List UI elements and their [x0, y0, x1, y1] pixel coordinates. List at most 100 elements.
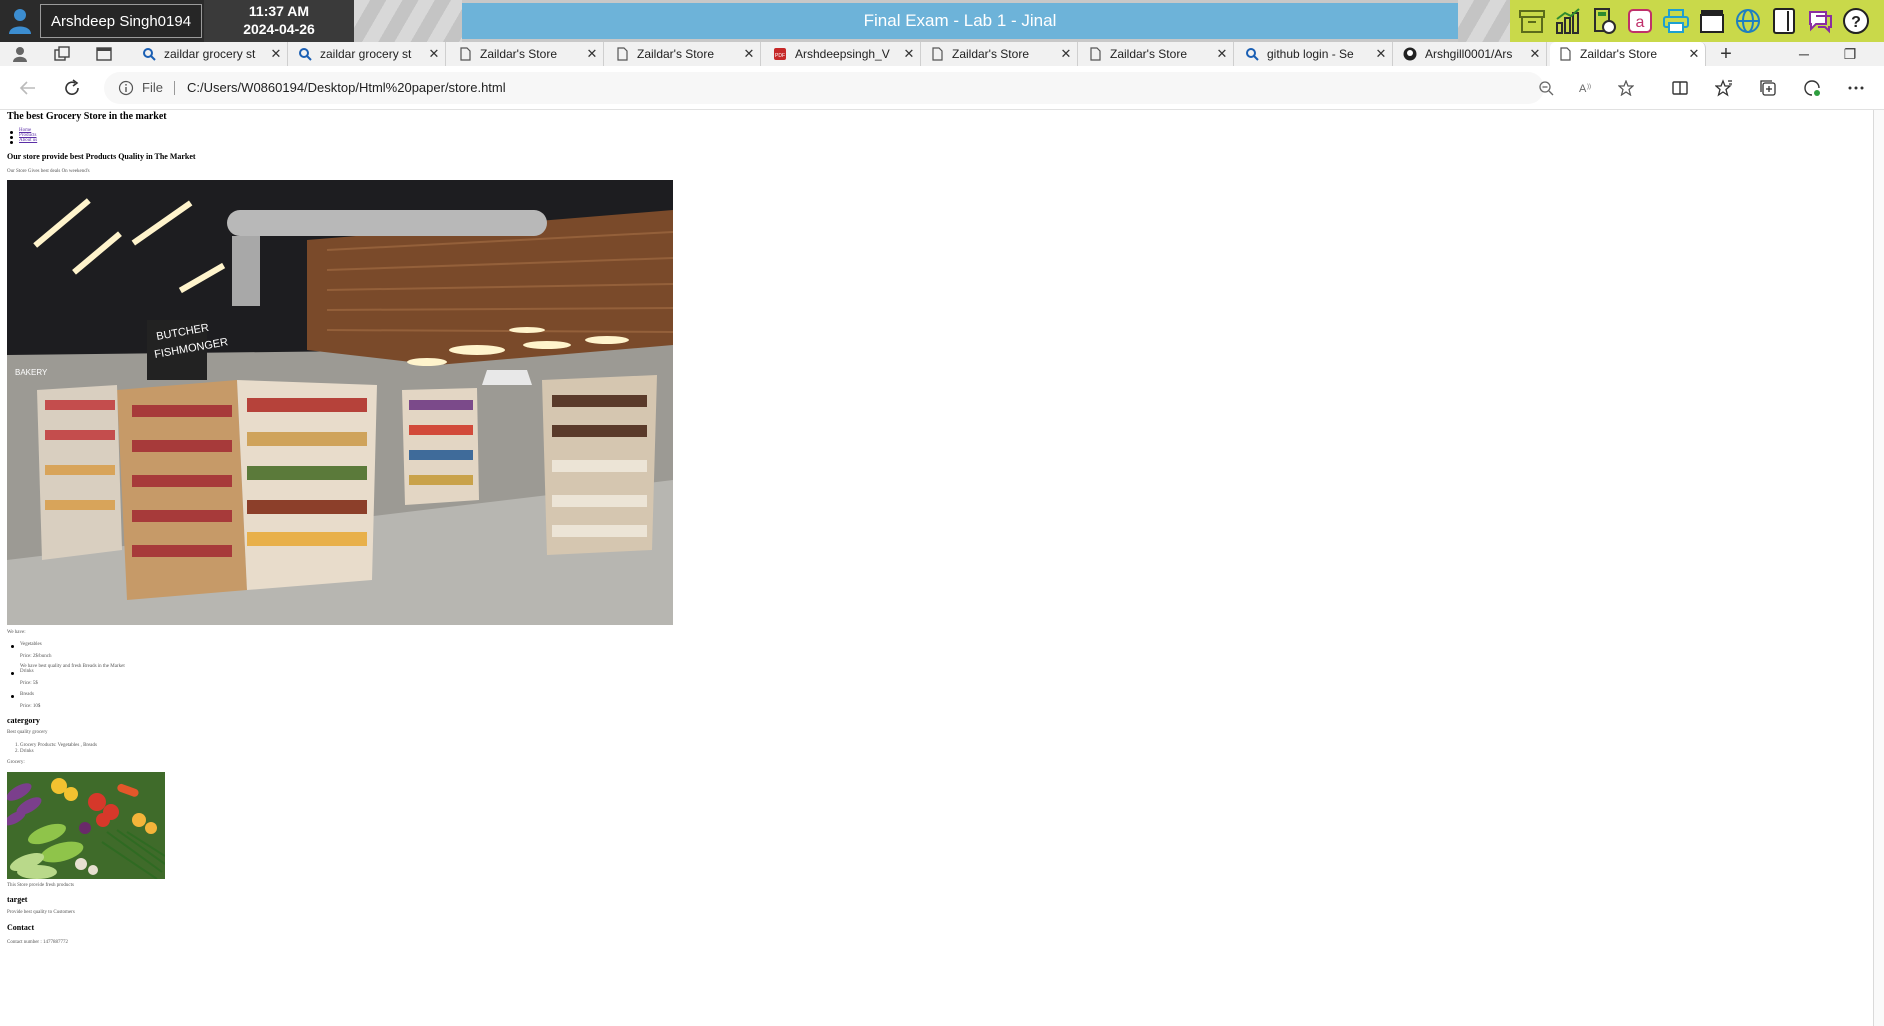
close-icon[interactable]: ✕: [738, 46, 760, 62]
collections-button[interactable]: [1756, 76, 1780, 100]
grocery-label: Grocery:: [7, 760, 25, 765]
help-icon[interactable]: ?: [1838, 3, 1874, 39]
info-icon[interactable]: [118, 80, 134, 96]
category-heading: catergory: [7, 716, 40, 725]
browser-tab-strip: zaildar grocery st ✕ zaildar grocery st …: [0, 42, 1884, 66]
nav-link-about-us[interactable]: About us: [19, 138, 37, 143]
github-icon: [1403, 47, 1417, 61]
restore-button[interactable]: ❐: [1828, 42, 1872, 66]
vertical-tabs-icon[interactable]: [96, 46, 112, 62]
product-name: Breads: [20, 692, 34, 697]
url-separator: [174, 81, 175, 95]
chat-icon[interactable]: [1802, 3, 1838, 39]
refresh-icon: [65, 79, 79, 95]
target-text: Provide best quality to Customers: [7, 910, 75, 915]
browser-tab-active[interactable]: Zaildar's Store ✕: [1550, 42, 1706, 66]
tab-label: zaildar grocery st: [164, 47, 256, 61]
svg-text:PDF: PDF: [775, 53, 785, 59]
url-bar[interactable]: File C:/Users/W0860194/Desktop/Html%20pa…: [104, 72, 1634, 104]
list-bullet: [11, 695, 14, 698]
close-icon[interactable]: ✕: [1211, 46, 1233, 62]
product-price: Price: 2$/bunch: [20, 654, 52, 659]
svg-text:?: ?: [1851, 14, 1861, 31]
browser-tab[interactable]: Zaildar's Store ✕: [607, 42, 761, 66]
exam-time: 11:37 AM: [248, 3, 310, 19]
close-icon[interactable]: ✕: [898, 46, 920, 62]
globe-icon[interactable]: [1730, 3, 1766, 39]
dictionary-icon[interactable]: a: [1622, 3, 1658, 39]
browser-tab[interactable]: zaildar grocery st ✕: [134, 42, 288, 66]
split-screen-icon: [1672, 81, 1688, 95]
browser-tab[interactable]: PDF Arshdeepsingh_V ✕: [765, 42, 921, 66]
browser-tab[interactable]: Arshgill0001/Ars ✕: [1395, 42, 1547, 66]
browser-tab[interactable]: Zaildar's Store ✕: [922, 42, 1078, 66]
chart-icon[interactable]: [1550, 3, 1586, 39]
svg-text:a: a: [1636, 14, 1645, 31]
extensions-button[interactable]: [1800, 76, 1824, 100]
profile-icon[interactable]: [12, 46, 28, 62]
search-icon: [143, 48, 156, 61]
url-text[interactable]: C:/Users/W0860194/Desktop/Html%20paper/s…: [187, 72, 506, 104]
page-icon: [1090, 47, 1101, 61]
calculator-icon[interactable]: [1586, 3, 1622, 39]
browser-tab[interactable]: github login - Se ✕: [1237, 42, 1393, 66]
exam-date: 2024-04-26: [243, 21, 315, 37]
settings-menu-button[interactable]: [1844, 76, 1868, 100]
workspaces-icon[interactable]: [54, 46, 70, 62]
favorite-star-icon[interactable]: [1618, 80, 1634, 96]
close-icon[interactable]: ✕: [581, 46, 603, 62]
tab-label: Zaildar's Store: [1110, 47, 1187, 61]
page-icon: [460, 47, 471, 61]
page-scrollbar[interactable]: [1874, 110, 1884, 1026]
split-screen-button[interactable]: [1668, 76, 1692, 100]
close-icon[interactable]: ✕: [1055, 46, 1077, 62]
browser-tab[interactable]: zaildar grocery st ✕: [290, 42, 446, 66]
person-icon: [9, 9, 31, 34]
zoom-out-icon[interactable]: [1538, 80, 1554, 96]
tab-label: Zaildar's Store: [1580, 47, 1657, 61]
page-subheading: Our store provide best Products Quality …: [7, 152, 196, 161]
list-bullet: [11, 645, 14, 648]
page-icon: [1560, 47, 1571, 61]
category-item: 2. Drinks: [15, 749, 34, 754]
collections-icon: [1760, 80, 1776, 96]
close-icon[interactable]: ✕: [1524, 46, 1546, 62]
tab-label: Zaildar's Store: [637, 47, 714, 61]
tab-label: github login - Se: [1267, 47, 1354, 61]
list-bullet: [11, 672, 14, 675]
category-subtext: Best quality grocery: [7, 730, 48, 735]
page-heading: The best Grocery Store in the market: [7, 111, 167, 122]
contact-heading: Contact: [7, 923, 35, 932]
print-icon[interactable]: [1658, 3, 1694, 39]
tab-label: Arshgill0001/Ars: [1425, 47, 1513, 61]
archive-icon[interactable]: [1514, 3, 1550, 39]
exam-user-name: Arshdeep Singh0194: [40, 4, 202, 38]
browser-tab[interactable]: Zaildar's Store ✕: [1080, 42, 1234, 66]
pdf-icon: PDF: [774, 48, 786, 60]
read-aloud-icon[interactable]: A)): [1578, 80, 1594, 96]
clapper-icon[interactable]: [1694, 3, 1730, 39]
exam-title: Final Exam - Lab 1 - Jinal: [462, 3, 1458, 39]
close-icon[interactable]: ✕: [423, 46, 445, 62]
browser-tab[interactable]: Zaildar's Store ✕: [450, 42, 604, 66]
back-button[interactable]: [16, 76, 40, 100]
category-item: 1. Grocery Products: Vegetables , Breads: [15, 743, 97, 748]
contact-text: Contact number : 1477887772: [7, 940, 68, 945]
svg-text:)): )): [1587, 84, 1591, 90]
close-icon[interactable]: ✕: [265, 46, 287, 62]
list-bullet: [10, 136, 13, 139]
close-icon[interactable]: ✕: [1370, 46, 1392, 62]
favorites-button[interactable]: [1712, 76, 1736, 100]
refresh-button[interactable]: [60, 76, 84, 100]
product-name: Vegetables: [20, 642, 42, 647]
browser-essentials-icon: [1804, 80, 1820, 96]
minimize-button[interactable]: ─: [1782, 42, 1826, 66]
exam-user-panel: Arshdeep Singh0194: [0, 0, 204, 42]
product-price: Price: 5$: [20, 681, 38, 686]
close-icon[interactable]: ✕: [1683, 46, 1705, 62]
web-page: The best Grocery Store in the market Hom…: [0, 110, 1874, 1026]
search-icon: [299, 48, 312, 61]
tablet-icon[interactable]: [1766, 3, 1802, 39]
address-bar: File C:/Users/W0860194/Desktop/Html%20pa…: [0, 66, 1884, 110]
new-tab-button[interactable]: +: [1704, 42, 1748, 66]
